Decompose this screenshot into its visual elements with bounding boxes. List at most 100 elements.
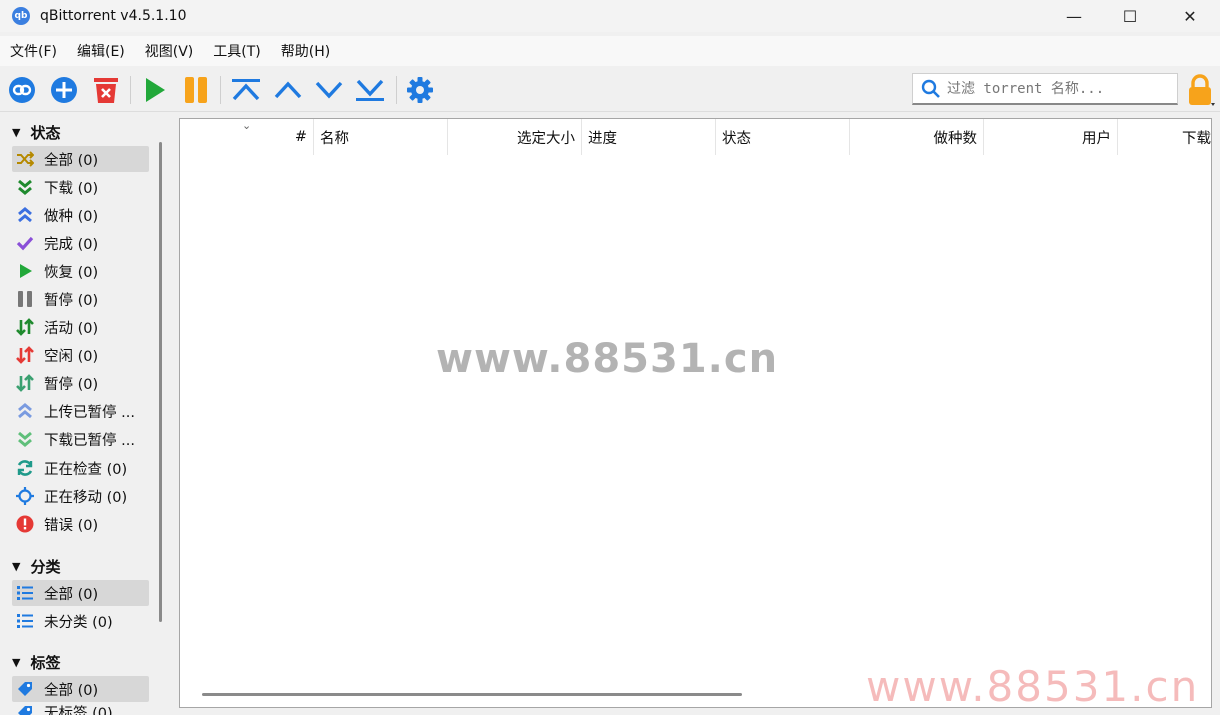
category-section-header[interactable]: ▼ 分类 xyxy=(12,554,60,578)
category-item-uncategorized[interactable]: 未分类 (0) xyxy=(12,608,149,634)
minimize-button[interactable]: — xyxy=(1046,0,1102,32)
sidebar-item-label: 未分类 (0) xyxy=(44,614,113,631)
crosshair-icon xyxy=(14,485,36,507)
status-item-checking[interactable]: 正在检查 (0) xyxy=(12,455,149,481)
remove-torrent-button[interactable] xyxy=(88,72,124,108)
status-item-resumed[interactable]: 恢复 (0) xyxy=(12,258,149,284)
sidebar-item-label: 完成 (0) xyxy=(44,236,99,253)
upload-chevrons-icon xyxy=(14,204,36,226)
increase-priority-button[interactable] xyxy=(270,72,306,108)
upload-stalled-icon xyxy=(14,400,36,422)
bottom-priority-icon xyxy=(356,79,384,101)
list-icon xyxy=(14,582,36,604)
sidebar-item-label: 空闲 (0) xyxy=(44,348,99,365)
decrease-priority-icon xyxy=(315,81,343,99)
status-item-errored[interactable]: 错误 (0) xyxy=(12,511,149,537)
sidebar-scrollbar[interactable] xyxy=(159,142,162,622)
sidebar-item-label: 正在移动 (0) xyxy=(44,489,128,506)
horizontal-scrollbar[interactable] xyxy=(202,693,742,696)
status-item-stalled[interactable]: 暂停 (0) xyxy=(12,370,149,396)
toolbar-separator xyxy=(130,76,131,104)
toolbar-separator xyxy=(396,76,397,104)
filter-input[interactable] xyxy=(947,80,1167,97)
pause-icon xyxy=(14,288,36,310)
check-icon xyxy=(14,232,36,254)
sidebar-item-label: 正在检查 (0) xyxy=(44,461,128,478)
window-title: qBittorrent v4.5.1.10 xyxy=(40,8,187,24)
status-item-moving[interactable]: 正在移动 (0) xyxy=(12,483,149,509)
chevron-down-icon: ▼ xyxy=(12,559,21,573)
options-button[interactable] xyxy=(402,72,438,108)
list-icon xyxy=(14,610,36,632)
tag-section-title: 标签 xyxy=(30,653,61,672)
tag-icon xyxy=(14,702,36,715)
menu-edit[interactable]: 编辑(E) xyxy=(67,41,135,61)
title-bar: qb qBittorrent v4.5.1.10 — ☐ ✕ xyxy=(0,0,1220,32)
status-item-all[interactable]: 全部 (0) xyxy=(12,146,149,172)
options-gear-icon xyxy=(407,77,433,103)
watermark-center: www.88531.cn xyxy=(436,336,779,382)
status-section-header[interactable]: ▼ 状态 xyxy=(12,120,60,144)
refresh-icon xyxy=(14,457,36,479)
sidebar-item-label: 无标签 (0) xyxy=(44,706,113,715)
sidebar-item-label: 错误 (0) xyxy=(44,517,99,534)
status-section-title: 状态 xyxy=(30,123,61,142)
column-header-progress[interactable]: 进度 xyxy=(582,119,716,155)
idle-arrows-icon xyxy=(14,344,36,366)
sidebar-item-label: 恢复 (0) xyxy=(44,264,99,281)
column-header-status[interactable]: 状态 xyxy=(716,119,850,155)
active-arrows-icon xyxy=(14,316,36,338)
decrease-priority-button[interactable] xyxy=(311,72,347,108)
app-logo-icon: qb xyxy=(12,7,30,25)
category-item-all[interactable]: 全部 (0) xyxy=(12,580,149,606)
column-header-name[interactable]: 名称 xyxy=(314,119,448,155)
menu-view[interactable]: 视图(V) xyxy=(135,41,204,61)
column-header-index[interactable]: # xyxy=(180,119,314,155)
status-item-paused[interactable]: 暂停 (0) xyxy=(12,286,149,312)
lock-icon xyxy=(1189,74,1215,106)
status-item-stalled-downloading[interactable]: 下载已暂停 ... xyxy=(12,426,149,452)
sidebar-item-label: 做种 (0) xyxy=(44,208,99,225)
download-chevrons-icon xyxy=(14,176,36,198)
play-icon xyxy=(14,260,36,282)
status-item-active[interactable]: 活动 (0) xyxy=(12,314,149,340)
error-icon xyxy=(14,513,36,535)
menu-help[interactable]: 帮助(H) xyxy=(271,41,340,61)
pause-button[interactable] xyxy=(178,72,214,108)
tag-section-header[interactable]: ▼ 标签 xyxy=(12,650,60,674)
lock-button[interactable] xyxy=(1180,72,1220,108)
filter-search-box[interactable] xyxy=(912,73,1178,105)
column-header-download[interactable]: 下载 xyxy=(1118,119,1211,155)
close-button[interactable]: ✕ xyxy=(1162,0,1218,32)
add-link-button[interactable] xyxy=(4,72,40,108)
shuffle-icon xyxy=(14,148,36,170)
tag-item-all[interactable]: 全部 (0) xyxy=(12,676,149,702)
sidebar-item-label: 全部 (0) xyxy=(44,682,99,699)
maximize-button[interactable]: ☐ xyxy=(1102,0,1158,32)
increase-priority-icon xyxy=(274,81,302,99)
resume-button[interactable] xyxy=(136,72,172,108)
menu-file[interactable]: 文件(F) xyxy=(0,41,67,61)
status-item-downloading[interactable]: 下载 (0) xyxy=(12,174,149,200)
bottom-priority-button[interactable] xyxy=(352,72,388,108)
add-torrent-button[interactable] xyxy=(46,72,82,108)
sidebar-item-label: 下载 (0) xyxy=(44,180,99,197)
add-link-icon xyxy=(9,77,35,103)
menu-tools[interactable]: 工具(T) xyxy=(203,41,270,61)
watermark-corner: www.88531.cn xyxy=(866,662,1200,711)
top-priority-button[interactable] xyxy=(228,72,264,108)
sidebar-item-label: 活动 (0) xyxy=(44,320,99,337)
status-item-seeding[interactable]: 做种 (0) xyxy=(12,202,149,228)
tag-item-untagged[interactable]: 无标签 (0) xyxy=(12,702,149,715)
column-header-peers[interactable]: 用户 xyxy=(984,119,1118,155)
sidebar-item-label: 上传已暂停 ... xyxy=(44,404,135,421)
sidebar-item-label: 暂停 (0) xyxy=(44,292,99,309)
sidebar-item-label: 暂停 (0) xyxy=(44,376,99,393)
status-item-completed[interactable]: 完成 (0) xyxy=(12,230,149,256)
stalled-arrows-icon xyxy=(14,372,36,394)
torrent-list[interactable]: ⌄ # 名称 选定大小 进度 状态 做种数 用户 下载 xyxy=(179,118,1212,708)
status-item-idle[interactable]: 空闲 (0) xyxy=(12,342,149,368)
status-item-stalled-uploading[interactable]: 上传已暂停 ... xyxy=(12,398,149,424)
column-header-size[interactable]: 选定大小 xyxy=(448,119,582,155)
column-header-seeds[interactable]: 做种数 xyxy=(850,119,984,155)
